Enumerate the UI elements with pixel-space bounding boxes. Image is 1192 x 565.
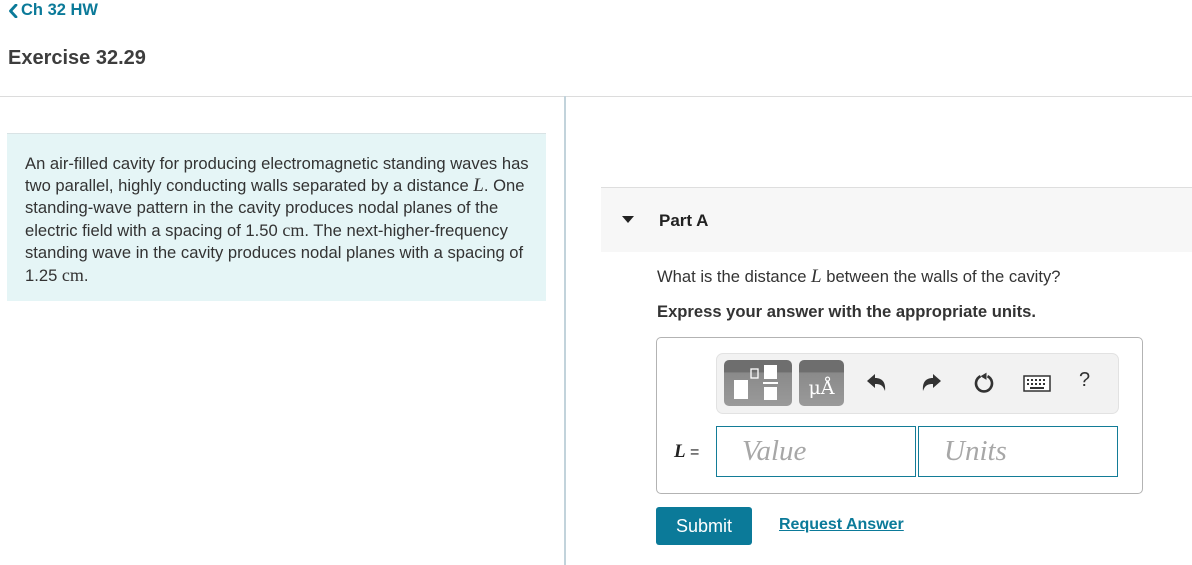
part-title: Part A [659, 211, 709, 230]
value-input[interactable] [716, 426, 916, 477]
answer-instruction: Express your answer with the appropriate… [657, 302, 1036, 321]
reset-button[interactable] [971, 370, 997, 396]
question-text: What is the distance L between the walls… [657, 266, 1061, 288]
header-divider [0, 96, 1192, 97]
math-toolbar: μÅ ? [716, 353, 1119, 414]
math-unit: cm [61, 265, 84, 285]
back-to-assignment-link[interactable]: Ch 32 HW [8, 1, 98, 20]
problem-text-segment: An air-filled cavity for producing elect… [25, 154, 529, 195]
redo-button[interactable] [918, 370, 944, 396]
redo-icon [922, 374, 941, 391]
answer-panel: μÅ ? L = Value Units [656, 337, 1143, 494]
request-answer-link[interactable]: Request Answer [779, 516, 904, 534]
submit-button[interactable]: Submit [656, 507, 752, 545]
units-input[interactable] [918, 426, 1118, 477]
undo-button[interactable] [864, 370, 890, 396]
problem-statement: An air-filled cavity for producing elect… [25, 153, 535, 287]
units-icon: μÅ [808, 377, 835, 399]
equals-sign: = [685, 444, 700, 461]
keyboard-icon [1023, 374, 1051, 392]
math-unit: cm [282, 220, 305, 240]
templates-icon [734, 365, 778, 400]
problem-statement-panel: An air-filled cavity for producing elect… [7, 133, 546, 301]
help-button[interactable]: ? [1079, 369, 1090, 392]
keyboard-button[interactable] [1022, 370, 1052, 396]
units-button[interactable]: μÅ [799, 360, 844, 406]
math-variable: L [473, 175, 484, 196]
undo-icon [867, 374, 886, 391]
question-segment: between the walls of the cavity? [821, 267, 1061, 286]
back-link-label: Ch 32 HW [21, 1, 99, 19]
templates-button[interactable] [724, 360, 792, 406]
math-variable: L [811, 266, 822, 287]
problem-text-segment: . [83, 266, 89, 285]
reset-icon [974, 372, 994, 393]
answer-variable-label: L = [674, 441, 699, 463]
page-title: Exercise 32.29 [8, 47, 146, 69]
caret-down-icon[interactable] [622, 216, 634, 223]
column-divider [564, 96, 566, 565]
chevron-left-icon [9, 3, 18, 18]
part-a-header[interactable]: Part A [601, 187, 1192, 252]
answer-variable: L [674, 441, 686, 462]
question-segment: What is the distance [657, 267, 812, 286]
